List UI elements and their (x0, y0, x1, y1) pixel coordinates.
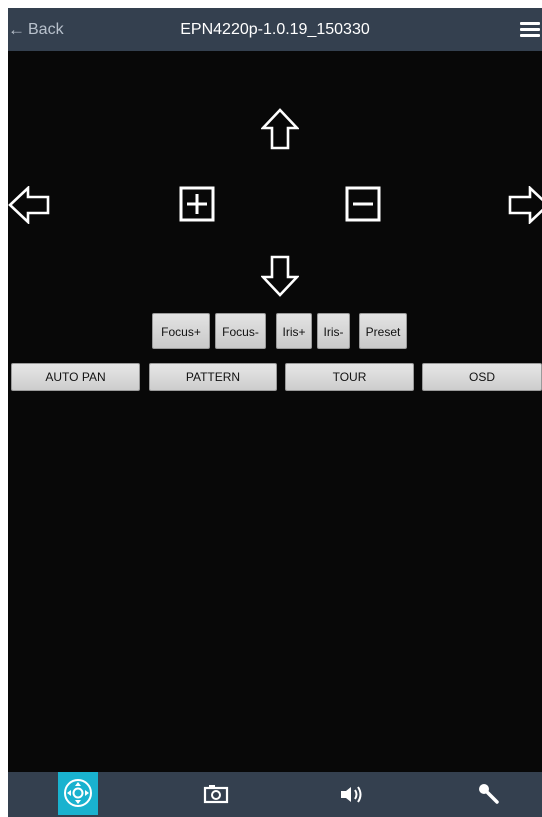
app-window: ← Back EPN4220p-1.0.19_150330 Focus+ Foc… (8, 8, 542, 817)
pan-left-button[interactable] (8, 186, 50, 224)
arrow-right-icon (508, 186, 542, 224)
snapshot-camera-icon (203, 785, 229, 804)
ptz-control-tab[interactable] (58, 772, 98, 815)
hamburger-menu-icon[interactable] (520, 22, 540, 38)
arrow-left-icon (8, 186, 50, 224)
speaker-audio-icon (341, 786, 362, 803)
arrow-down-icon (261, 255, 299, 297)
auto-pan-button[interactable]: AUTO PAN (11, 363, 140, 391)
iris-minus-button[interactable]: Iris- (317, 313, 350, 349)
audio-tab[interactable] (337, 772, 367, 817)
pan-up-button[interactable] (261, 108, 299, 150)
arrow-up-icon (261, 108, 299, 150)
preset-button[interactable]: Preset (359, 313, 407, 349)
osd-button[interactable]: OSD (422, 363, 542, 391)
pan-down-button[interactable] (261, 255, 299, 297)
iris-plus-button[interactable]: Iris+ (276, 313, 312, 349)
zoom-out-minus-icon (345, 186, 381, 222)
title-bar: ← Back EPN4220p-1.0.19_150330 (8, 8, 542, 51)
bottom-toolbar (8, 772, 542, 817)
microphone-tab[interactable] (474, 772, 504, 817)
snapshot-tab[interactable] (201, 772, 231, 817)
focus-minus-button[interactable]: Focus- (215, 313, 266, 349)
pan-right-button[interactable] (508, 186, 542, 224)
page-title: EPN4220p-1.0.19_150330 (180, 21, 370, 38)
zoom-in-button[interactable] (179, 186, 215, 222)
microphone-icon (479, 784, 499, 804)
zoom-out-button[interactable] (345, 186, 381, 222)
zoom-in-plus-icon (179, 186, 215, 222)
focus-plus-button[interactable]: Focus+ (152, 313, 210, 349)
ptz-control-icon (64, 779, 92, 807)
pattern-button[interactable]: PATTERN (149, 363, 277, 391)
tour-button[interactable]: TOUR (285, 363, 414, 391)
